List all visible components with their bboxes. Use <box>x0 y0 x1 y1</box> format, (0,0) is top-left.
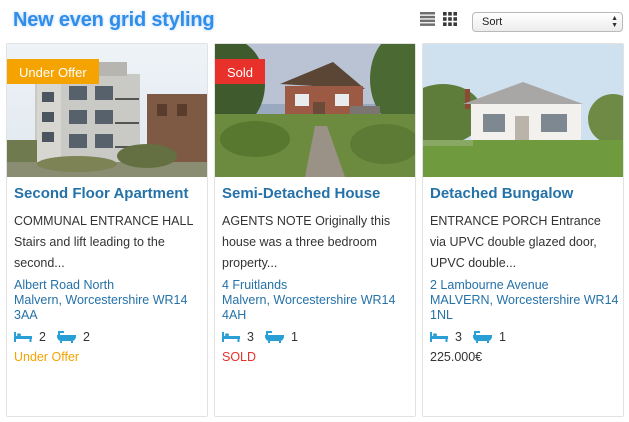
listing-description: AGENTS NOTE Originally this house was a … <box>222 214 391 270</box>
address-line-1: 4 Fruitlands <box>222 278 288 292</box>
bathtub-icon <box>473 331 492 343</box>
page-title: New even grid styling <box>13 9 215 31</box>
address-line-2: MALVERN, Worcestershire WR14 1NL <box>430 293 619 322</box>
bedrooms-count: 3 <box>247 330 254 344</box>
list-view-icon[interactable] <box>420 12 435 26</box>
address-line-2: Malvern, Worcestershire WR14 4AH <box>222 293 396 322</box>
status-tag: Under Offer <box>7 59 99 84</box>
sort-select[interactable]: Sort ▲ ▼ <box>472 12 623 32</box>
up-down-arrows-icon: ▲ ▼ <box>611 15 618 29</box>
listing-title[interactable]: Second Floor Apartment <box>14 185 188 202</box>
grid-view-icon[interactable] <box>443 12 458 26</box>
status-tag: Sold <box>215 59 266 84</box>
bathrooms-count: 1 <box>499 330 506 344</box>
address-line-2: Malvern, Worcestershire WR14 3AA <box>14 293 188 322</box>
listing-price: 225.000€ <box>430 350 483 364</box>
listing-card[interactable]: Detached Bungalow ENTRANCE PORCH Entranc… <box>422 43 624 417</box>
listing-address[interactable]: 4 Fruitlands Malvern, Worcestershire WR1… <box>222 278 414 323</box>
property-photo[interactable] <box>423 44 623 177</box>
bedrooms-count: 2 <box>39 330 46 344</box>
listing-title[interactable]: Semi-Detached House <box>222 185 380 202</box>
bed-icon <box>430 332 448 342</box>
listing-address[interactable]: 2 Lambourne Avenue MALVERN, Worcestershi… <box>430 278 622 323</box>
listing-title[interactable]: Detached Bungalow <box>430 185 573 202</box>
address-line-1: Albert Road North <box>14 278 115 292</box>
listing-card[interactable]: Sold Semi-Detached House AGENTS NOTE Ori… <box>214 43 416 417</box>
listing-status: Under Offer <box>14 350 80 364</box>
bathtub-icon <box>265 331 284 343</box>
bathrooms-count: 2 <box>83 330 90 344</box>
bathtub-icon <box>57 331 76 343</box>
listing-description: COMMUNAL ENTRANCE HALL Stairs and lift l… <box>14 214 193 270</box>
listing-address[interactable]: Albert Road North Malvern, Worcestershir… <box>14 278 206 323</box>
bed-icon <box>222 332 240 342</box>
bathrooms-count: 1 <box>291 330 298 344</box>
sort-selected-value: Sort <box>482 16 503 28</box>
address-line-1: 2 Lambourne Avenue <box>430 278 549 292</box>
listing-description: ENTRANCE PORCH Entrance via UPVC double … <box>430 214 601 270</box>
listing-status: SOLD <box>222 350 257 364</box>
listing-card[interactable]: Under Offer Second Floor Apartment COMMU… <box>6 43 208 417</box>
bed-icon <box>14 332 32 342</box>
bedrooms-count: 3 <box>455 330 462 344</box>
